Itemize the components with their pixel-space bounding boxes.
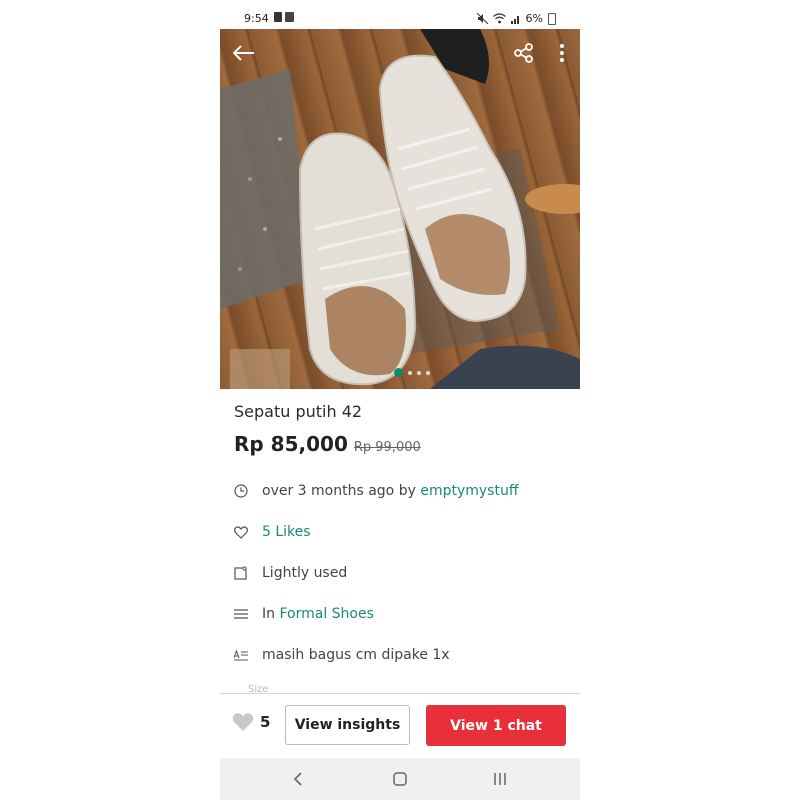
original-price: Rp 99,000 [353,440,421,455]
heart-icon [234,525,248,539]
share-icon [514,43,533,63]
category-row: In Formal Shoes [234,606,374,622]
category-prefix: In [262,606,276,622]
clock-icon [234,484,248,498]
battery-icon [548,12,556,25]
phone-screen: 9:54 6% Sepatu putih 42 Rp 85,000 Rp 99,… [220,0,580,800]
price-row: Rp 85,000 Rp 99,000 [234,432,421,456]
nav-home-button[interactable] [388,768,412,790]
like-count: 5 [260,713,271,731]
more-vertical-icon [560,44,564,62]
system-nav-bar [220,758,580,800]
image-pagination-dots [394,368,430,377]
condition-row: Lightly used [234,565,347,581]
product-photo[interactable] [220,29,580,389]
back-arrow-icon [233,45,254,61]
back-button[interactable] [228,37,260,69]
description-row: masih bagus cm dipake 1x [234,647,450,663]
more-options-button[interactable] [546,37,578,69]
description-text: masih bagus cm dipake 1x [262,647,450,663]
heart-filled-icon [232,713,254,731]
price: Rp 85,000 [234,432,348,456]
wifi-icon [492,13,506,24]
mute-icon [476,13,488,24]
listing-title: Sepatu putih 42 [234,402,363,421]
posted-text: over 3 months ago by [262,483,416,499]
pagination-dot[interactable] [426,370,430,375]
view-insights-button[interactable]: View insights [285,705,410,745]
status-bar: 9:54 6% [220,0,580,30]
seller-link[interactable]: emptymystuff [420,483,518,499]
chevron-left-icon [293,772,302,786]
bottom-divider [220,693,580,694]
checkbox-notification-icon [285,12,294,22]
share-button[interactable] [508,37,540,69]
likes-link[interactable]: 5 Likes [262,524,311,540]
status-time: 9:54 [244,12,269,25]
battery-percent: 6% [525,12,543,25]
pagination-dot[interactable] [417,370,421,375]
text-icon [234,648,248,662]
nav-back-button[interactable] [286,768,310,790]
nav-recents-button[interactable] [488,768,512,790]
like-button[interactable]: 5 [232,712,270,732]
posted-row: over 3 months ago by emptymystuff [234,483,518,499]
tag-icon [234,566,248,580]
recents-icon [494,773,506,785]
condition-text: Lightly used [262,565,348,581]
category-link[interactable]: Formal Shoes [279,606,373,622]
pagination-dot-active[interactable] [394,368,403,377]
signal-icon [510,15,519,24]
sneakers-image [220,29,580,389]
pagination-dot[interactable] [408,370,412,375]
likes-row[interactable]: 5 Likes [234,524,311,540]
home-square-icon [393,772,407,786]
list-icon [234,607,248,621]
view-chat-button[interactable]: View 1 chat [426,705,566,746]
battery-saver-icon [274,12,282,22]
notification-icons [274,12,294,22]
status-right: 6% [476,12,556,25]
